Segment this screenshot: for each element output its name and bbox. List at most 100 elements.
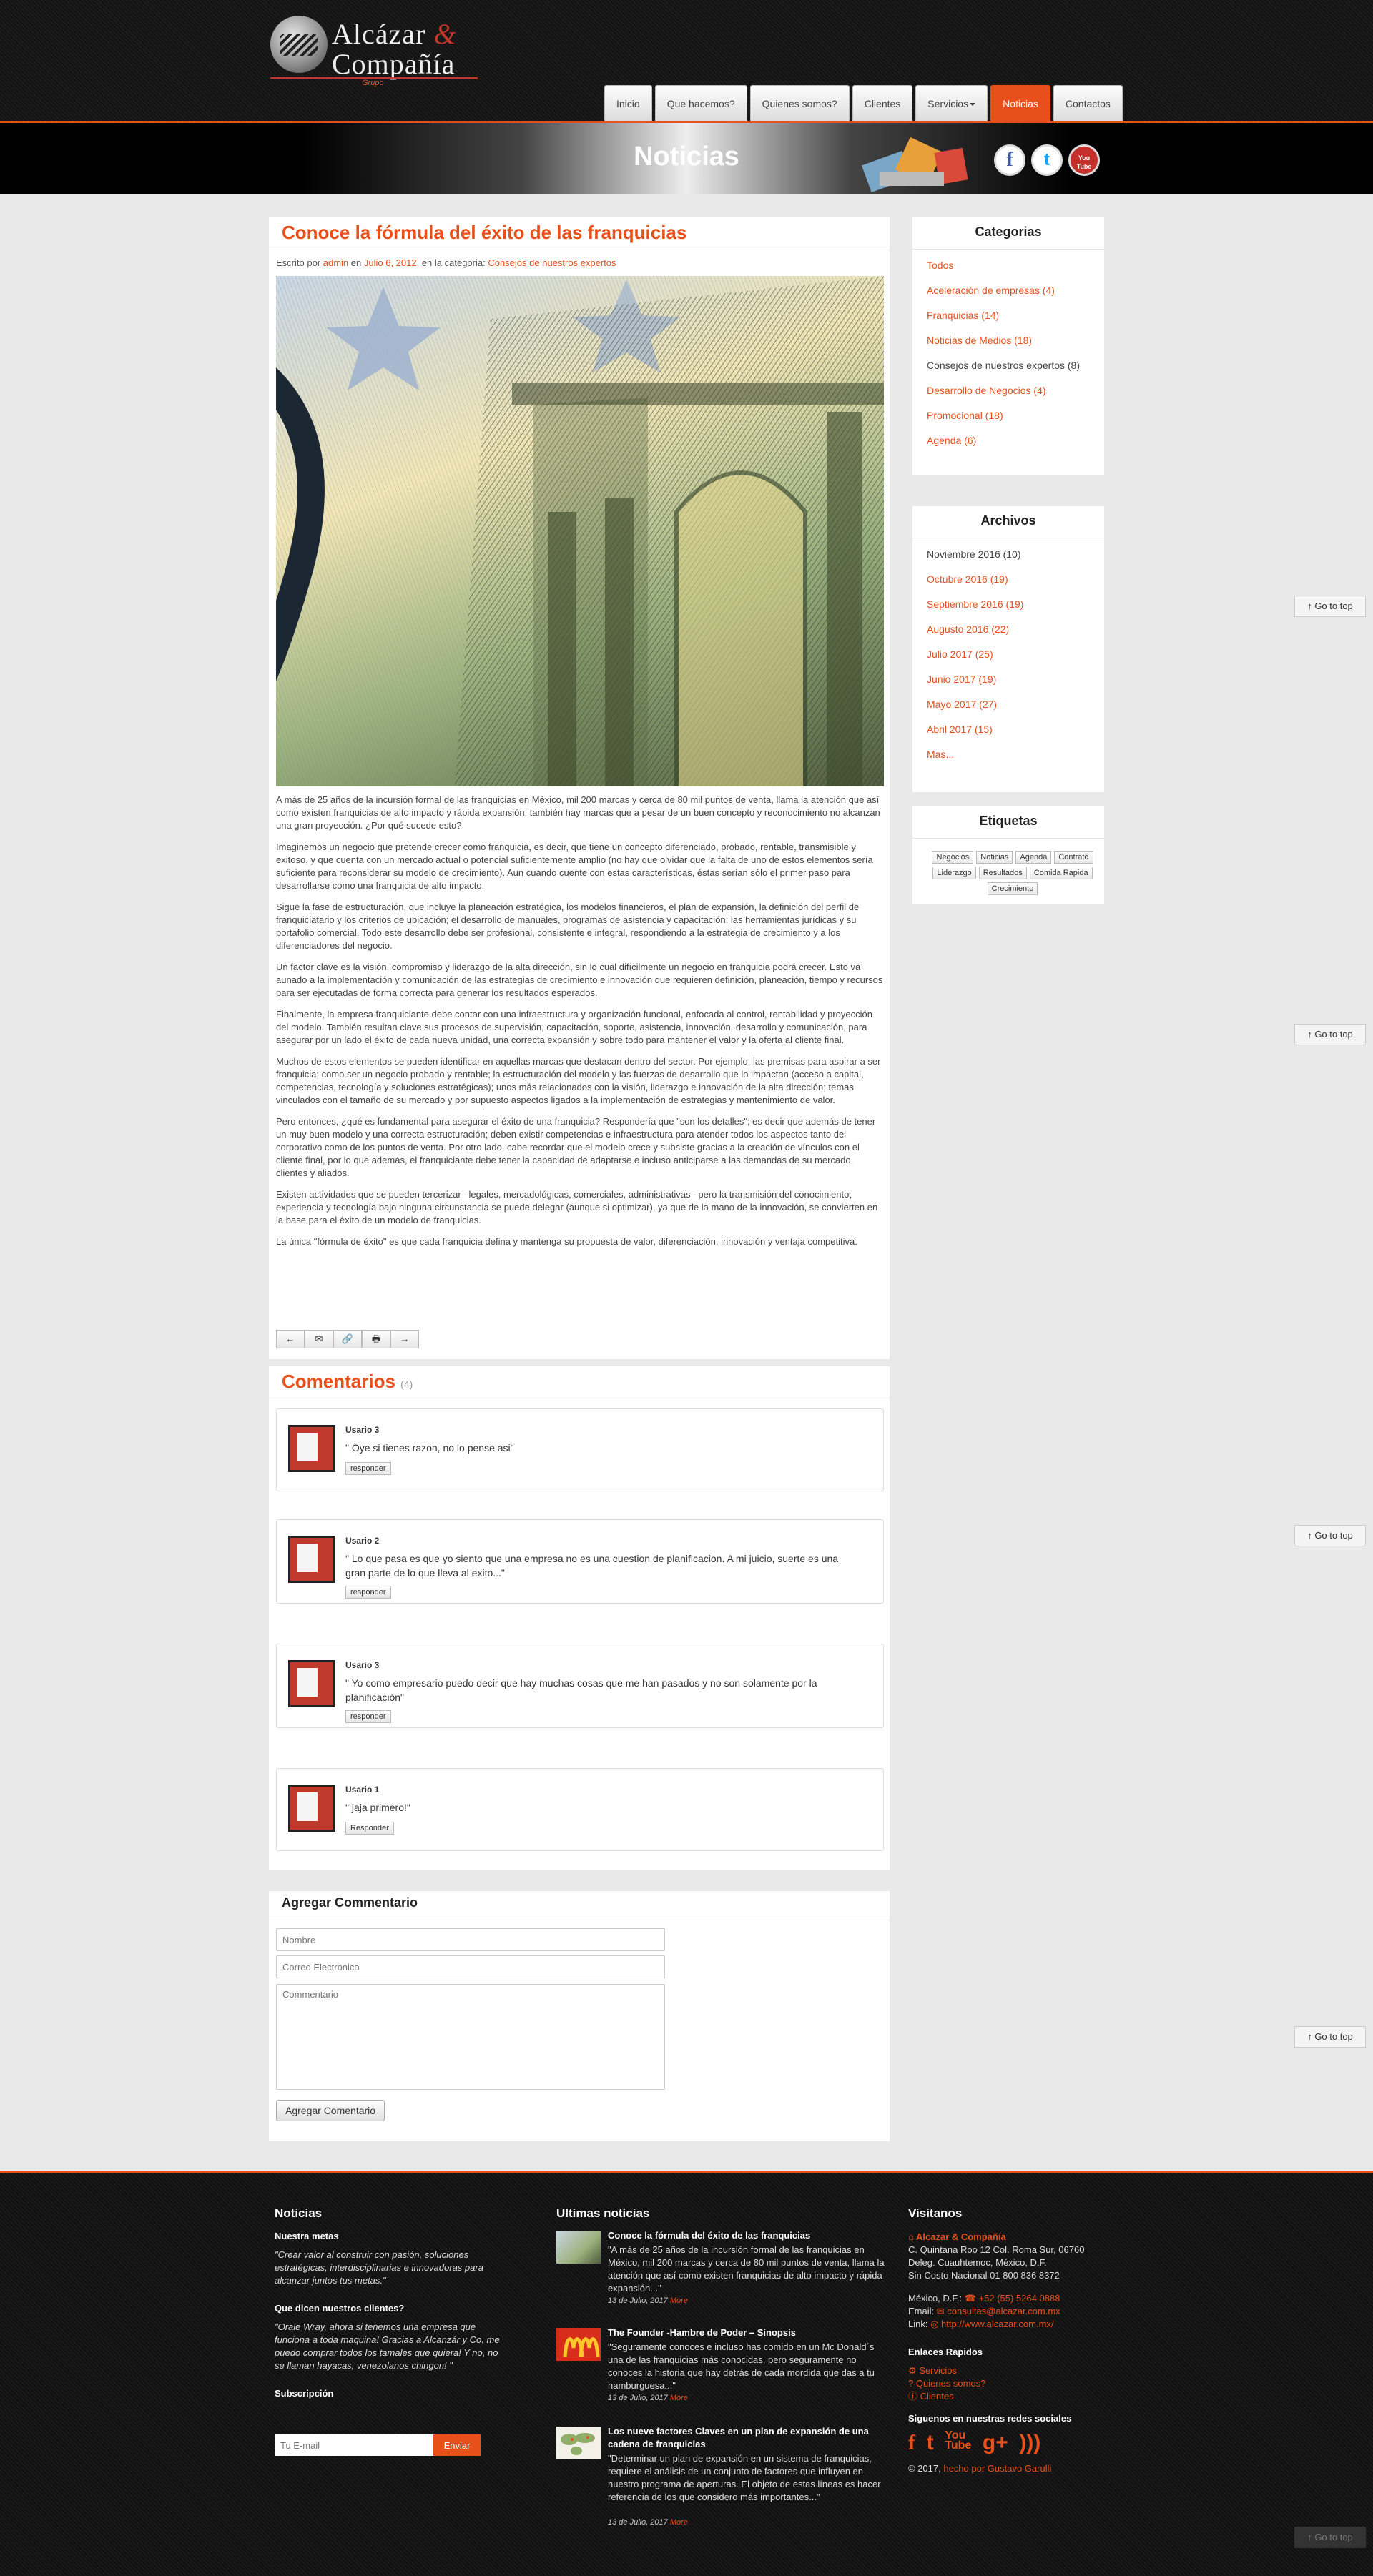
- news-date: 13 de Julio, 2017 More: [608, 2296, 688, 2305]
- tag[interactable]: Contrato: [1054, 851, 1093, 864]
- metas-title: Nuestra metas: [275, 2231, 339, 2241]
- quick-link[interactable]: ⚙ Servicios: [908, 2364, 1123, 2377]
- news-more-link[interactable]: More: [670, 2394, 688, 2402]
- archive-link[interactable]: Abril 2017 (15): [927, 723, 1023, 748]
- date-link[interactable]: Julio 6, 2012: [364, 257, 417, 268]
- add-comment-title: Agregar Commentario: [282, 1895, 418, 1910]
- nav-que-hacemos[interactable]: Que hacemos?: [654, 85, 747, 121]
- gears-icon: ⚙: [908, 2365, 920, 2376]
- twitter-icon[interactable]: t: [927, 2431, 934, 2455]
- archive-link[interactable]: Augusto 2016 (22): [927, 623, 1023, 648]
- name-field[interactable]: [276, 1928, 665, 1951]
- news-title[interactable]: Conoce la fórmula del éxito de las franq…: [608, 2229, 891, 2242]
- comment-item: Usario 3 " Oye si tienes razon, no lo pe…: [276, 1408, 884, 1491]
- print-icon[interactable]: 🖶: [362, 1330, 390, 1348]
- tag[interactable]: Agenda: [1015, 851, 1052, 864]
- footer-col-news: Ultimas noticias Conoce la fórmula del é…: [556, 2206, 900, 2528]
- youtube-icon[interactable]: You Tube: [945, 2430, 971, 2452]
- reply-button[interactable]: responder: [345, 1462, 391, 1475]
- tag[interactable]: Comida Rapida: [1029, 867, 1093, 879]
- facebook-icon[interactable]: f: [994, 144, 1025, 176]
- quick-link[interactable]: ? Quienes somos?: [908, 2377, 1123, 2390]
- categories-panel: Categorias Todos Aceleración de empresas…: [912, 217, 1104, 475]
- nav-contactos[interactable]: Contactos: [1053, 85, 1123, 121]
- paperclip-icon[interactable]: 🔗: [333, 1330, 362, 1348]
- archives-list: Noviembre 2016 (10) Octubre 2016 (19) Se…: [927, 548, 1023, 773]
- arrow-right-icon[interactable]: →: [390, 1330, 419, 1348]
- go-to-top-button[interactable]: ↑ Go to top: [1294, 596, 1366, 617]
- category-link[interactable]: Todos: [927, 259, 1080, 284]
- email-line: Email: ✉ consultas@alcazar.com.mx: [908, 2306, 1060, 2316]
- category-link[interactable]: Desarrollo de Negocios (4): [927, 384, 1080, 409]
- web-link[interactable]: ◎ http://www.alcazar.com.mx/: [930, 2319, 1053, 2329]
- company-logo[interactable]: Alcázar & Compañía Grupo: [270, 13, 485, 87]
- newsletter-email-input[interactable]: [275, 2434, 433, 2456]
- category-link[interactable]: Consejos de nuestros expertos: [488, 257, 616, 268]
- category-link[interactable]: Aceleración de empresas (4): [927, 284, 1080, 309]
- email-field[interactable]: [276, 1955, 665, 1978]
- news-title[interactable]: The Founder -Hambre de Poder – Sinopsis: [608, 2326, 891, 2339]
- archive-link[interactable]: Junio 2017 (19): [927, 673, 1023, 698]
- go-to-top-button[interactable]: ↑ Go to top: [1294, 1024, 1366, 1045]
- phone-tollfree: Sin Costo Nacional 01 800 836 8372: [908, 2270, 1060, 2281]
- google-plus-icon[interactable]: g+: [983, 2431, 1008, 2455]
- nav-servicios[interactable]: Servicios: [915, 85, 988, 121]
- archive-link[interactable]: Mayo 2017 (27): [927, 698, 1023, 723]
- article-paragraph: Pero entonces, ¿qué es fundamental para …: [276, 1116, 876, 1178]
- envelope-icon: ✉: [936, 2306, 948, 2316]
- archive-link[interactable]: Julio 2017 (25): [927, 648, 1023, 673]
- comment-textarea[interactable]: [276, 1984, 665, 2090]
- archive-link[interactable]: Mas...: [927, 748, 1023, 773]
- nav-quienes-somos[interactable]: Quienes somos?: [749, 85, 850, 121]
- tag[interactable]: Noticias: [976, 851, 1013, 864]
- nav-clientes[interactable]: Clientes: [852, 85, 913, 121]
- logo-line-1: Alcázar &: [332, 18, 457, 50]
- reply-button[interactable]: responder: [345, 1710, 391, 1723]
- nav-noticias[interactable]: Noticias: [990, 85, 1050, 121]
- go-to-top-button[interactable]: ↑ Go to top: [1294, 1525, 1366, 1546]
- article-paragraph: Un factor clave es la visión, compromiso…: [276, 962, 883, 998]
- category-link[interactable]: Consejos de nuestros expertos (8): [927, 359, 1080, 384]
- phone-link[interactable]: ☎ +52 (55) 5264 0888: [965, 2293, 1060, 2304]
- logo-emblem: [270, 16, 328, 73]
- arrow-left-icon[interactable]: ←: [276, 1330, 305, 1348]
- footer-social-links: f t You Tube g+ ))): [908, 2430, 1123, 2455]
- author-credit-link[interactable]: hecho por Gustavo Garulli: [943, 2463, 1051, 2474]
- news-more-link[interactable]: More: [670, 2518, 688, 2527]
- email-link[interactable]: ✉ consultas@alcazar.com.mx: [937, 2306, 1060, 2316]
- nav-inicio[interactable]: Inicio: [604, 85, 652, 121]
- facebook-icon[interactable]: f: [908, 2431, 915, 2455]
- newsletter-send-button[interactable]: Enviar: [433, 2434, 481, 2456]
- submit-comment-button[interactable]: Agregar Comentario: [276, 2100, 385, 2121]
- archive-link[interactable]: Noviembre 2016 (10): [927, 548, 1023, 573]
- archive-link[interactable]: Octubre 2016 (19): [927, 573, 1023, 598]
- envelope-icon[interactable]: ✉: [305, 1330, 333, 1348]
- archive-link[interactable]: Septiembre 2016 (19): [927, 598, 1023, 623]
- tag[interactable]: Liderazgo: [932, 867, 976, 879]
- category-link[interactable]: Promocional (18): [927, 409, 1080, 434]
- tag[interactable]: Crecimiento: [987, 882, 1038, 895]
- categories-title: Categorias: [975, 224, 1042, 239]
- quick-link[interactable]: ⓘ Clientes: [908, 2390, 1123, 2403]
- article-meta: Escrito por admin en Julio 6, 2012, en l…: [276, 257, 616, 268]
- tag[interactable]: Resultados: [978, 867, 1027, 879]
- reply-button[interactable]: Responder: [345, 1822, 394, 1835]
- go-to-top-button[interactable]: ↑ Go to top: [1294, 2026, 1366, 2048]
- tag[interactable]: Negocios: [932, 851, 974, 864]
- category-link[interactable]: Agenda (6): [927, 434, 1080, 459]
- news-title[interactable]: Los nueve factores Claves en un plan de …: [608, 2425, 891, 2451]
- address-line: C. Quintana Roo 12 Col. Roma Sur, 06760: [908, 2244, 1085, 2255]
- meta-category-label: , en la categoria:: [416, 257, 488, 268]
- footer-col-title: Noticias: [275, 2206, 323, 2220]
- rss-icon[interactable]: ))): [1019, 2431, 1040, 2455]
- category-link[interactable]: Franquicias (14): [927, 309, 1080, 334]
- news-more-link[interactable]: More: [670, 2296, 688, 2305]
- go-to-top-button[interactable]: ↑ Go to top: [1294, 2527, 1366, 2548]
- twitter-icon[interactable]: t: [1031, 144, 1063, 176]
- youtube-icon[interactable]: You Tube: [1068, 144, 1100, 176]
- company-name[interactable]: ⌂ Alcazar & Compañía: [908, 2231, 1123, 2244]
- reply-button[interactable]: responder: [345, 1586, 391, 1599]
- author-link[interactable]: admin: [323, 257, 348, 268]
- category-link[interactable]: Noticias de Medios (18): [927, 334, 1080, 359]
- article-title[interactable]: Conoce la fórmula del éxito de las franq…: [282, 222, 686, 244]
